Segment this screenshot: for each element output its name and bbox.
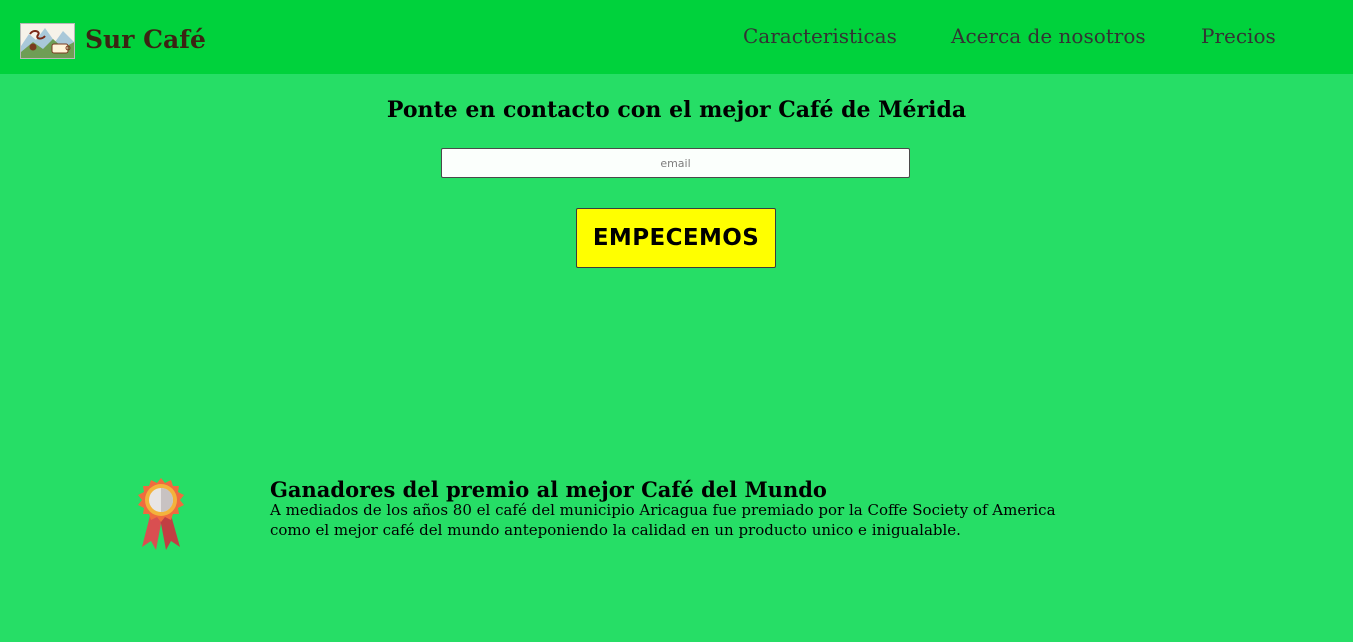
nav-link-precios[interactable]: Precios <box>1201 24 1276 48</box>
cafe-logo-icon[interactable] <box>20 23 75 59</box>
site-brand-name[interactable]: Sur Café <box>85 25 206 54</box>
feature-title: Ganadores del premio al mejor Café del M… <box>270 477 827 502</box>
empecemos-button[interactable]: EMPECEMOS <box>576 208 776 268</box>
nav-link-acerca-de-nosotros[interactable]: Acerca de nosotros <box>951 24 1146 48</box>
hero-title: Ponte en contacto con el mejor Café de M… <box>386 97 967 123</box>
email-input[interactable] <box>441 148 910 178</box>
feature-description: A mediados de los años 80 el café del mu… <box>270 501 1056 539</box>
award-medal-icon <box>134 474 188 552</box>
site-header: Sur Café Caracteristicas Acerca de nosot… <box>0 0 1353 74</box>
nav-link-caracteristicas[interactable]: Caracteristicas <box>743 24 897 48</box>
